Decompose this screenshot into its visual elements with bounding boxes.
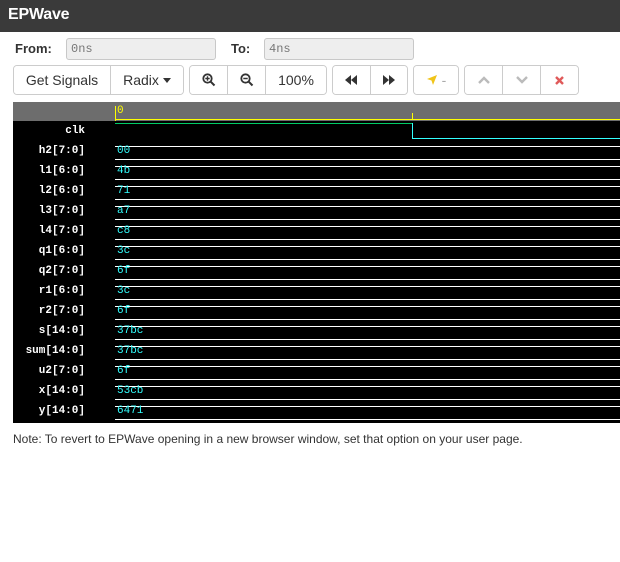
step-forward-button[interactable] — [370, 66, 407, 94]
bus-trace[interactable]: 6f — [115, 261, 620, 281]
radix-label: Radix — [123, 72, 159, 88]
bus-trace[interactable]: 6f — [115, 301, 620, 321]
from-label: From: — [15, 41, 52, 56]
bus-value: 37bc — [117, 325, 144, 337]
signal-name[interactable]: y[14:0] — [13, 401, 115, 421]
bus-value: 6471 — [117, 405, 144, 417]
chevron-down-icon — [162, 77, 171, 83]
bus-value: 37bc — [117, 345, 144, 357]
radix-dropdown[interactable]: Radix — [111, 66, 183, 94]
bus-trace[interactable]: 3c — [115, 241, 620, 261]
chevron-up-icon — [477, 76, 490, 84]
bus-trace[interactable]: c8 — [115, 221, 620, 241]
from-input[interactable] — [66, 38, 216, 60]
signal-name[interactable]: l2[6:0] — [13, 181, 115, 201]
zoom-level-button[interactable]: 100% — [266, 66, 326, 94]
signal-name-list: clk h2[7:0] l1[6:0] l2[6:0] l3[7:0] l4[7… — [13, 121, 115, 421]
bus-trace[interactable]: 4b — [115, 161, 620, 181]
navigation-group — [332, 65, 408, 95]
bus-value: a7 — [117, 205, 131, 217]
signal-name[interactable]: q2[7:0] — [13, 261, 115, 281]
signal-name[interactable]: r2[7:0] — [13, 301, 115, 321]
signal-name[interactable]: q1[6:0] — [13, 241, 115, 261]
signal-name[interactable]: l3[7:0] — [13, 201, 115, 221]
bus-value: 3c — [117, 245, 131, 257]
bus-trace[interactable]: 37bc — [115, 341, 620, 361]
signal-name[interactable]: s[14:0] — [13, 321, 115, 341]
bus-value: 6f — [117, 305, 131, 317]
waveform-viewer[interactable]: 0 clk h2[7:0] l1[6:0] l2[6:0] l3[7:0] l4… — [13, 102, 620, 423]
fast-forward-icon — [382, 75, 395, 85]
app-title: EPWave — [8, 6, 70, 23]
to-label: To: — [231, 41, 251, 56]
zoom-level-label: 100% — [278, 72, 314, 88]
signal-name[interactable]: r1[6:0] — [13, 281, 115, 301]
bus-trace[interactable]: 00 — [115, 141, 620, 161]
signal-name[interactable]: u2[7:0] — [13, 361, 115, 381]
chevron-down-icon — [515, 76, 528, 84]
clock-high-segment — [115, 123, 412, 124]
move-down-button[interactable] — [503, 66, 541, 94]
bus-value: 00 — [117, 145, 131, 157]
signal-name[interactable]: clk — [13, 121, 115, 141]
bus-trace[interactable]: a7 — [115, 201, 620, 221]
clock-low-segment — [412, 138, 620, 139]
bus-trace[interactable]: 71 — [115, 181, 620, 201]
zoom-group: 100% — [189, 65, 327, 95]
get-signals-label: Get Signals — [25, 72, 99, 88]
ruler-start-label: 0 — [117, 105, 124, 117]
signal-name[interactable]: l1[6:0] — [13, 161, 115, 181]
cursor-button[interactable]: - — [414, 66, 458, 94]
bus-trace[interactable]: 3c — [115, 281, 620, 301]
ruler-baseline — [115, 119, 620, 120]
close-icon — [555, 75, 564, 85]
time-range-row: From: To: — [0, 38, 620, 60]
time-ruler[interactable]: 0 — [115, 102, 620, 121]
title-bar: EPWave — [0, 0, 620, 32]
signals-radix-group: Get Signals Radix — [13, 65, 184, 95]
signal-name[interactable]: x[14:0] — [13, 381, 115, 401]
fast-backward-icon — [345, 75, 358, 85]
move-up-button[interactable] — [465, 66, 503, 94]
bus-value: 4b — [117, 165, 131, 177]
get-signals-button[interactable]: Get Signals — [14, 66, 111, 94]
cursor-label: - — [441, 72, 447, 88]
bus-trace[interactable]: 6471 — [115, 401, 620, 421]
zoom-in-icon — [201, 73, 215, 87]
signal-name[interactable]: h2[7:0] — [13, 141, 115, 161]
bus-value: 6f — [117, 265, 131, 277]
to-input[interactable] — [264, 38, 414, 60]
delete-button[interactable] — [541, 66, 578, 94]
zoom-out-icon — [239, 73, 253, 87]
bus-value: 71 — [117, 185, 131, 197]
bus-trace[interactable]: 37bc — [115, 321, 620, 341]
bus-value: 3c — [117, 285, 131, 297]
bus-value: 53cb — [117, 385, 144, 397]
signal-name[interactable]: l4[7:0] — [13, 221, 115, 241]
edit-group — [464, 65, 579, 95]
clock-trace[interactable] — [115, 121, 620, 141]
bus-trace[interactable]: 6f — [115, 361, 620, 381]
bus-trace[interactable]: 53cb — [115, 381, 620, 401]
clock-falling-edge — [412, 123, 413, 139]
signal-name[interactable]: sum[14:0] — [13, 341, 115, 361]
bus-value: c8 — [117, 225, 131, 237]
bus-value: 6f — [117, 365, 131, 377]
cursor-group: - — [413, 65, 459, 95]
step-back-button[interactable] — [333, 66, 371, 94]
zoom-out-button[interactable] — [228, 66, 266, 94]
footer-note: Note: To revert to EPWave opening in a n… — [13, 432, 523, 446]
ruler-header-left — [13, 102, 115, 121]
zoom-in-button[interactable] — [190, 66, 228, 94]
signal-traces: 00 4b 71 a7 c8 3c 6f 3c 6f 37bc 37bc 6f … — [115, 121, 620, 421]
location-arrow-icon — [426, 75, 437, 85]
